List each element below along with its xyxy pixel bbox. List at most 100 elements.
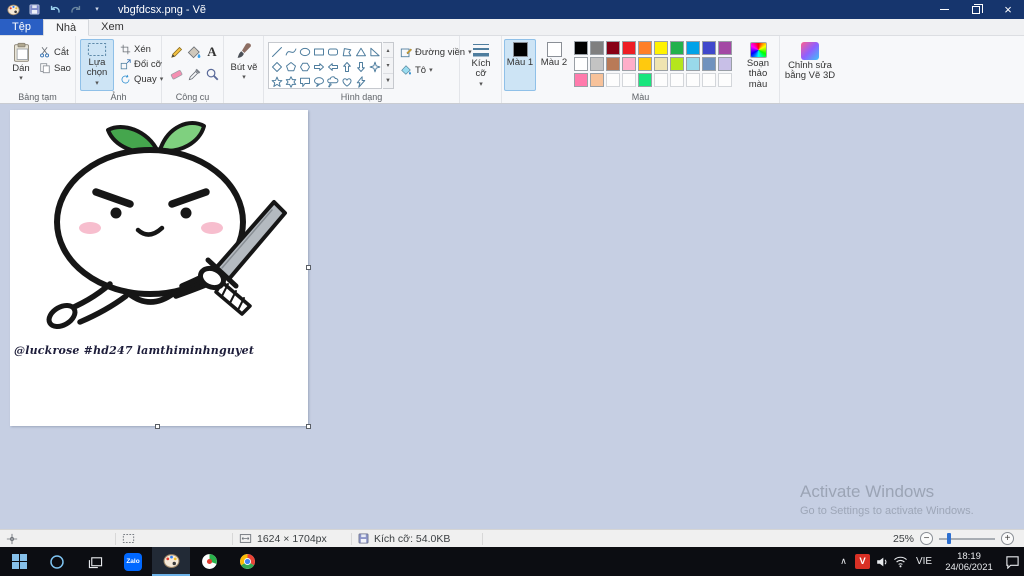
size-button[interactable]: Kích cỡ ▾ [464,39,498,91]
tab-home[interactable]: Nhà [42,19,90,36]
color-swatch-ffaec9[interactable] [622,57,636,71]
shape-polygon[interactable] [340,44,354,59]
paint-canvas[interactable]: @luckrose #hd247 lamthiminhnguyet [10,110,308,426]
cut-button[interactable]: Cắt [39,45,69,59]
resize-button[interactable]: Đổi cỡ [120,57,162,71]
color-swatch-22b14c[interactable] [670,41,684,55]
shape-arrow-left[interactable] [326,59,340,74]
redo-button[interactable] [69,3,83,17]
shape-arrow-up[interactable] [340,59,354,74]
color-swatch-7092be[interactable] [702,57,716,71]
canvas-resize-handle-bottom[interactable] [155,424,160,429]
color-swatch-19e67d[interactable] [638,73,652,87]
fill-tool-button[interactable] [185,43,203,61]
close-button[interactable]: × [992,0,1024,19]
minimize-button[interactable] [928,0,960,19]
tray-language[interactable]: VIE [910,547,938,576]
color2-button[interactable]: Màu 2 [538,39,570,91]
text-tool-button[interactable]: A [203,43,221,61]
taskbar-app-browser[interactable] [190,547,228,576]
color-swatch-empty[interactable] [670,73,684,87]
undo-button[interactable] [48,3,62,17]
taskbar-app-chrome[interactable] [228,547,266,576]
shape-right-triangle[interactable] [368,44,382,59]
canvas-resize-handle-corner[interactable] [306,424,311,429]
shapes-scroll-up-button[interactable]: ▴ [383,43,393,59]
color-swatch-fff200[interactable] [654,41,668,55]
pencil-tool-button[interactable] [167,43,185,61]
zoom-slider-thumb[interactable] [947,533,951,544]
color-swatch-empty[interactable] [654,73,668,87]
color-swatch-empty[interactable] [718,73,732,87]
start-button[interactable] [0,547,38,576]
shape-line[interactable] [270,44,284,59]
zoom-in-button[interactable]: + [1001,532,1014,545]
color-swatch-ff7f27[interactable] [638,41,652,55]
shape-star-6[interactable] [284,74,298,89]
shapes-scroll-down-button[interactable]: ▾ [383,58,393,74]
shape-lightning[interactable] [354,74,368,89]
shape-star-5[interactable] [270,74,284,89]
color-swatch-00a2e8[interactable] [686,41,700,55]
color-swatch-a349a4[interactable] [718,41,732,55]
copy-button[interactable]: Sao [39,61,71,75]
shape-rectangle[interactable] [312,44,326,59]
color-swatch-ffc90e[interactable] [638,57,652,71]
color-swatch-f7c29a[interactable] [590,73,604,87]
select-button[interactable]: Lựa chọn ▾ [80,39,114,91]
color1-button[interactable]: Màu 1 [504,39,536,91]
color-swatch-empty[interactable] [686,73,700,87]
shapes-more-button[interactable]: ▼ [383,74,393,88]
restore-button[interactable] [960,0,992,19]
color-swatch-ed1c24[interactable] [622,41,636,55]
tray-volume[interactable] [872,547,891,576]
brushes-button[interactable]: Bút vẽ ▾ [227,39,261,91]
color-swatch-880015[interactable] [606,41,620,55]
shape-arrow-right[interactable] [312,59,326,74]
shape-hexagon[interactable] [298,59,312,74]
color-swatch-7f7f7f[interactable] [590,41,604,55]
tab-file[interactable]: Tệp [0,19,43,35]
tray-chevron-up[interactable]: ∧ [834,547,853,576]
shape-fill-button[interactable]: Tô ▾ [400,63,433,77]
color-swatch-b97a57[interactable] [606,57,620,71]
shape-arrow-down[interactable] [354,59,368,74]
rotate-button[interactable]: Quay ▾ [120,72,163,86]
eraser-tool-button[interactable] [167,65,185,83]
shape-rounded-rectangle[interactable] [326,44,340,59]
tray-network[interactable] [891,547,910,576]
shape-triangle[interactable] [354,44,368,59]
shape-heart[interactable] [340,74,354,89]
search-button[interactable] [38,547,76,576]
color-swatch-99d9ea[interactable] [686,57,700,71]
color-swatch-000000[interactable] [574,41,588,55]
color-swatch-c8bfe7[interactable] [718,57,732,71]
color-swatch-3f48cc[interactable] [702,41,716,55]
tray-clock[interactable]: 18:19 24/06/2021 [938,547,1000,576]
tab-view[interactable]: Xem [89,19,136,35]
crop-button[interactable]: Xén [120,42,151,56]
color-swatch-c3c3c3[interactable] [590,57,604,71]
zoom-out-button[interactable]: − [920,532,933,545]
shape-callout-cloud[interactable] [326,74,340,89]
shape-pentagon[interactable] [284,59,298,74]
action-center-button[interactable] [1000,547,1024,576]
shape-callout-oval[interactable] [312,74,326,89]
save-button[interactable] [27,3,41,17]
customize-qat-button[interactable]: ▾ [90,3,104,17]
paste-button[interactable]: Dán ▾ [5,39,37,91]
shape-oval[interactable] [298,44,312,59]
color-swatch-ffffff[interactable] [574,57,588,71]
color-swatch-b5e61d[interactable] [670,57,684,71]
color-swatch-ff7bac[interactable] [574,73,588,87]
color-swatch-efe4b0[interactable] [654,57,668,71]
shape-star-4[interactable] [368,59,382,74]
taskbar-app-paint[interactable] [152,547,190,576]
edit-colors-button[interactable]: Soạn thảo màu [738,39,778,91]
tray-ime-unikey[interactable]: V [853,547,872,576]
shape-callout-rectangle[interactable] [298,74,312,89]
color-swatch-empty[interactable] [622,73,636,87]
color-picker-tool-button[interactable] [185,65,203,83]
zoom-slider[interactable] [939,532,995,545]
shape-curve[interactable] [284,44,298,59]
